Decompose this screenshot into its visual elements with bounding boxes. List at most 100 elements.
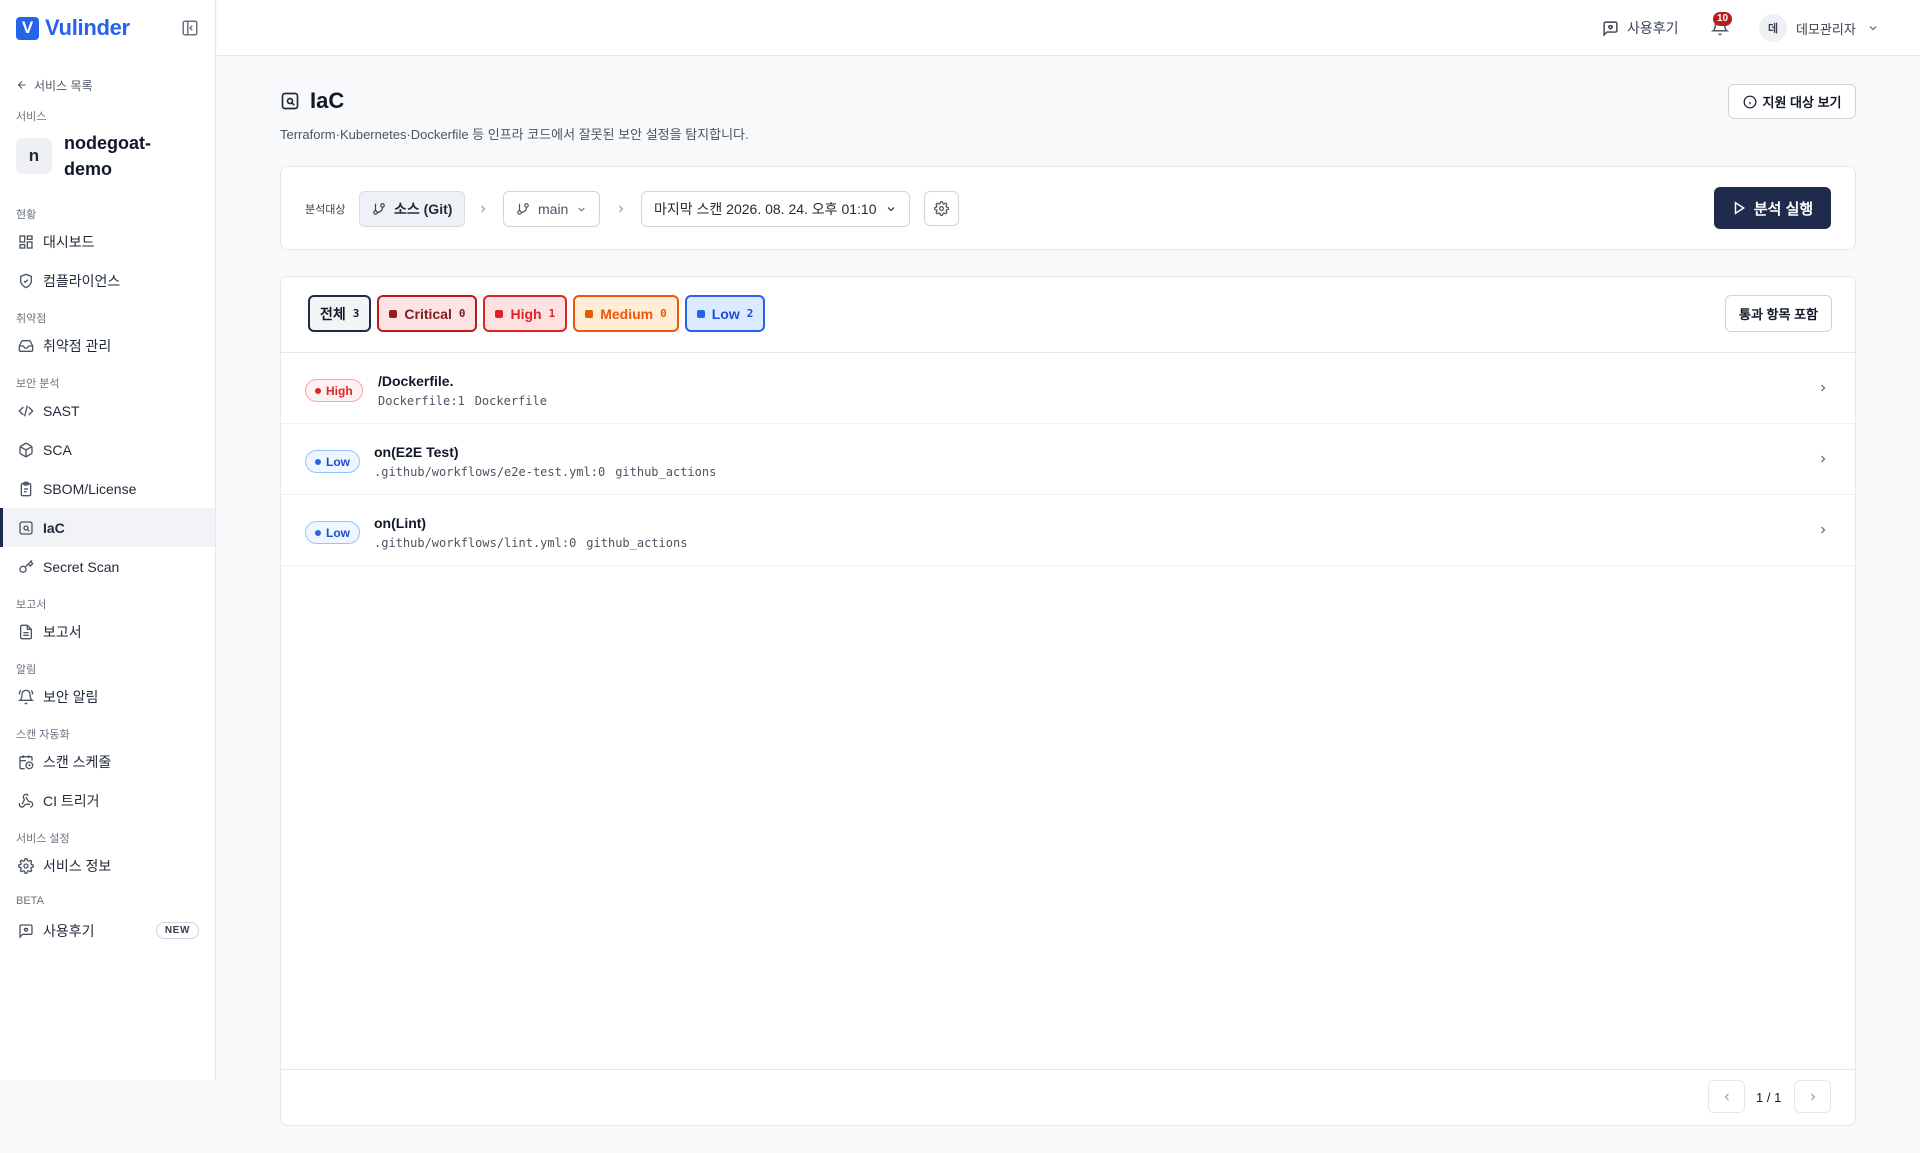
- filter-all[interactable]: 전체 3: [308, 295, 372, 332]
- sidebar-item-review[interactable]: 사용후기 NEW: [0, 911, 215, 950]
- chevron-right-icon: [1817, 382, 1829, 394]
- prev-page-button[interactable]: [1708, 1080, 1745, 1113]
- section-label-vuln: 취약점: [16, 313, 47, 325]
- finding-row[interactable]: Low on(Lint) .github/workflows/lint.yml:…: [281, 495, 1855, 566]
- sidebar-item-label: CI 트리거: [43, 792, 100, 809]
- filter-label: Low: [711, 305, 740, 322]
- page-description: Terraform·Kubernetes·Dockerfile 등 인프라 코드…: [280, 127, 749, 142]
- severity-dot: [315, 529, 321, 536]
- sidebar-item-iac[interactable]: IaC: [0, 508, 215, 547]
- sidebar-item-ci-trigger[interactable]: CI 트리거: [0, 781, 215, 820]
- filter-count: 3: [352, 307, 360, 320]
- branch-select[interactable]: main: [503, 191, 601, 227]
- sidebar-item-vuln-management[interactable]: 취약점 관리: [0, 326, 215, 365]
- back-to-services-link[interactable]: 서비스 목록: [0, 77, 215, 93]
- bell-ring-icon: [18, 689, 34, 705]
- severity-dot: [315, 458, 321, 465]
- filter-low[interactable]: Low 2: [684, 295, 766, 332]
- severity-dot: [315, 387, 321, 394]
- sidebar-item-label: 보안 알림: [43, 688, 99, 705]
- sidebar-item-compliance[interactable]: 컴플라이언스: [0, 261, 215, 300]
- finding-row[interactable]: High /Dockerfile. Dockerfile:1 Dockerfil…: [281, 353, 1855, 424]
- severity-badge: High: [305, 379, 363, 402]
- include-passed-button[interactable]: 통과 항목 포함: [1725, 295, 1832, 332]
- sidebar-collapse-icon[interactable]: [181, 19, 199, 37]
- sidebar-item-security-alert[interactable]: 보안 알림: [0, 677, 215, 716]
- filter-medium[interactable]: Medium 0: [573, 295, 679, 332]
- service-card[interactable]: n nodegoat-demo: [0, 130, 215, 182]
- severity-badge: Low: [305, 450, 360, 473]
- filter-count: 0: [458, 307, 466, 320]
- filter-high[interactable]: High 1: [483, 295, 568, 332]
- sidebar-item-label: 보고서: [43, 623, 82, 640]
- page-title: IaC: [310, 88, 345, 113]
- sidebar-item-label: IaC: [43, 519, 65, 536]
- low-dot: [696, 309, 705, 318]
- scan-icon: [18, 520, 34, 536]
- message-square-icon: [18, 923, 34, 939]
- sidebar-item-sast[interactable]: SAST: [0, 391, 215, 430]
- sidebar-item-scan-schedule[interactable]: 스캔 스케줄: [0, 742, 215, 781]
- user-name[interactable]: 데모관리자: [1796, 19, 1856, 38]
- gear-icon: [934, 201, 949, 216]
- section-label-alert: 알림: [16, 664, 37, 676]
- filter-count: 2: [746, 307, 754, 320]
- sidebar-item-sbom[interactable]: SBOM/License: [0, 469, 215, 508]
- filter-label: 전체: [320, 305, 346, 322]
- finding-title: on(Lint): [374, 515, 427, 531]
- chevron-left-icon: [1721, 1091, 1733, 1103]
- header-review-link[interactable]: 사용후기: [1602, 18, 1679, 38]
- next-page-button[interactable]: [1794, 1080, 1831, 1113]
- filter-count: 0: [660, 307, 667, 320]
- support-targets-button[interactable]: 지원 대상 보기: [1728, 84, 1856, 119]
- logo-text: Vulinder: [45, 15, 130, 40]
- filter-label: High: [510, 305, 542, 322]
- source-select[interactable]: 소스 (Git): [359, 191, 466, 227]
- user-avatar[interactable]: 데: [1759, 14, 1787, 42]
- logo-mark: V: [16, 16, 39, 40]
- medium-dot: [585, 309, 594, 318]
- finding-row[interactable]: Low on(E2E Test) .github/workflows/e2e-t…: [281, 424, 1855, 495]
- sidebar-item-dashboard[interactable]: 대시보드: [0, 222, 215, 261]
- scan-history-label: 마지막 스캔 2026. 08. 24. 오후 01:10: [654, 201, 877, 217]
- chevron-down-icon: [576, 204, 587, 215]
- section-label-service: 서비스: [16, 111, 47, 123]
- service-name: nodegoat-demo: [64, 133, 151, 179]
- section-label-security: 보안 분석: [16, 378, 60, 390]
- scan-history-select[interactable]: 마지막 스캔 2026. 08. 24. 오후 01:10: [641, 191, 910, 227]
- chevron-right-icon: [615, 203, 627, 215]
- sidebar-item-service-info[interactable]: 서비스 정보: [0, 846, 215, 885]
- results-card: 전체 3 Critical 0 High 1 Medium 0 Low 2 통과…: [280, 276, 1856, 1126]
- clipboard-icon: [18, 481, 34, 497]
- filter-label: Medium: [600, 305, 654, 322]
- info-icon: [1743, 95, 1757, 109]
- filter-critical[interactable]: Critical 0: [377, 295, 478, 332]
- sidebar-item-report[interactable]: 보고서: [0, 612, 215, 651]
- sidebar-item-sca[interactable]: SCA: [0, 430, 215, 469]
- inbox-icon: [18, 338, 34, 354]
- code-icon: [18, 403, 34, 419]
- finding-title: /Dockerfile.: [378, 373, 454, 389]
- finding-type: Dockerfile: [474, 394, 547, 408]
- chevron-right-icon: [477, 203, 489, 215]
- sidebar-item-label: 사용후기: [43, 922, 95, 939]
- section-label-settings: 서비스 설정: [16, 833, 70, 845]
- pagination: 1 / 1: [281, 1069, 1855, 1125]
- branch-label: main: [538, 201, 569, 217]
- scan-settings-button[interactable]: [924, 191, 959, 226]
- service-avatar: n: [16, 138, 52, 174]
- chevron-right-icon: [1807, 1091, 1819, 1103]
- logo-row: V Vulinder: [0, 0, 215, 56]
- source-label: 소스 (Git): [394, 201, 453, 217]
- sidebar-item-secret-scan[interactable]: Secret Scan: [0, 547, 215, 586]
- run-analysis-button[interactable]: 분석 실행: [1714, 187, 1831, 229]
- finding-location: .github/workflows/lint.yml:0: [374, 536, 577, 550]
- finding-meta: Dockerfile:1 Dockerfile: [378, 394, 547, 408]
- back-label: 서비스 목록: [34, 78, 93, 93]
- chevron-down-icon[interactable]: [1867, 22, 1879, 34]
- git-branch-icon: [372, 202, 386, 216]
- finding-meta: .github/workflows/lint.yml:0 github_acti…: [374, 536, 687, 550]
- sidebar: V Vulinder 서비스 목록 서비스 n nodegoat-demo 현황…: [0, 0, 216, 1080]
- severity-label: Low: [326, 454, 350, 469]
- support-targets-label: 지원 대상 보기: [1762, 95, 1842, 110]
